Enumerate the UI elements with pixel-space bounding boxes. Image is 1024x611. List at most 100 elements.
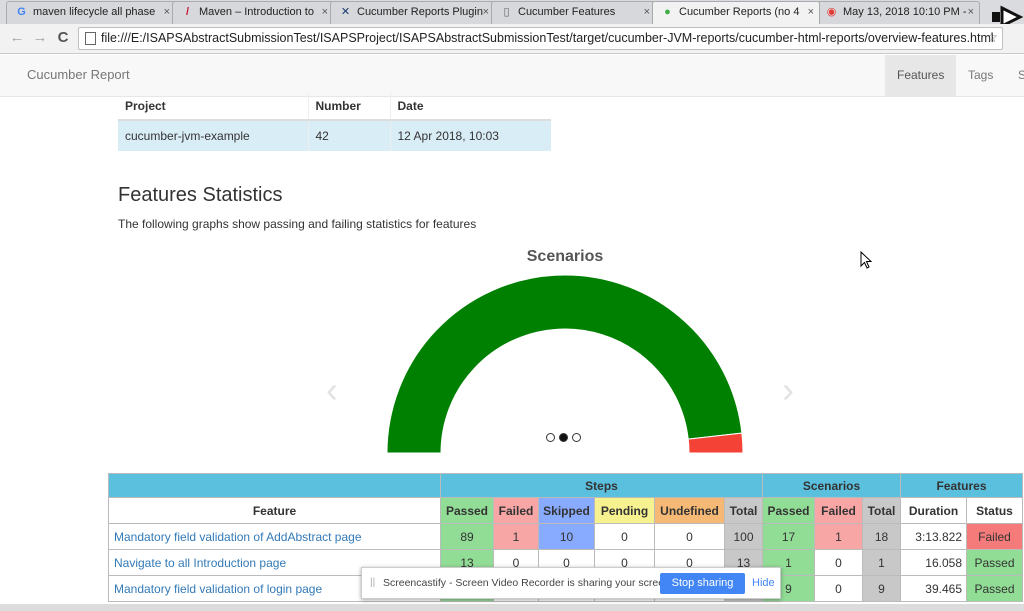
- build-date: 12 Apr 2018, 10:03: [389, 120, 551, 151]
- browser-tab-maven-introduction[interactable]: / Maven – Introduction to ×: [172, 1, 334, 24]
- reload-button[interactable]: C: [54, 29, 72, 47]
- tab-close-icon[interactable]: ×: [808, 2, 814, 23]
- maven-feather-icon: /: [185, 6, 190, 18]
- report-navbar: Cucumber Report Features Tags S: [0, 55, 1024, 97]
- taskbar-edge: [0, 604, 1024, 611]
- column-header-project: Project: [118, 92, 308, 121]
- scenarios-total-cell: 9: [862, 575, 901, 602]
- tab-close-icon[interactable]: ×: [644, 2, 650, 23]
- steps-undefined-cell: 0: [654, 523, 725, 550]
- section-description: The following graphs show passing and fa…: [118, 217, 477, 231]
- duration-cell: 16.058: [900, 549, 967, 576]
- forward-button[interactable]: →: [31, 29, 49, 47]
- column-header-steps-total[interactable]: Total: [724, 497, 763, 524]
- tab-title: maven lifecycle all phase: [33, 6, 156, 18]
- nav-link-steps[interactable]: S: [1006, 55, 1024, 96]
- carousel-dot-1[interactable]: [546, 433, 555, 442]
- group-header-steps: Steps: [440, 473, 763, 498]
- scenarios-passed-cell: 17: [762, 523, 815, 550]
- column-header-steps-passed[interactable]: Passed: [440, 497, 494, 524]
- page-title: Features Statistics: [118, 184, 283, 206]
- browser-tab-cucumber-reports-active[interactable]: ● Cucumber Reports (no 4 ×: [652, 1, 820, 24]
- duration-cell: 39.465: [900, 575, 967, 602]
- gauge-slice-passed[interactable]: [386, 274, 743, 454]
- column-header-feature[interactable]: Feature: [108, 497, 441, 524]
- video-record-icon: ◉: [826, 6, 837, 18]
- tab-title: Cucumber Reports Plugin: [357, 6, 483, 18]
- status-badge: Failed: [966, 523, 1023, 550]
- duration-cell: 3:13.822: [900, 523, 967, 550]
- column-header-number: Number: [307, 92, 390, 121]
- hide-button[interactable]: Hide: [752, 568, 775, 599]
- column-header-scenarios-failed[interactable]: Failed: [814, 497, 863, 524]
- table-row: Mandatory field validation of AddAbstrac…: [108, 523, 1023, 550]
- stop-sharing-button[interactable]: Stop sharing: [660, 573, 745, 594]
- column-header-steps-pending[interactable]: Pending: [594, 497, 655, 524]
- chat-bubble-icon: ●: [664, 6, 671, 18]
- build-number: 42: [307, 120, 390, 151]
- google-icon: G: [17, 6, 26, 18]
- column-header-steps-undefined[interactable]: Undefined: [654, 497, 725, 524]
- column-header-scenarios-total[interactable]: Total: [862, 497, 901, 524]
- column-header-scenarios-passed[interactable]: Passed: [762, 497, 815, 524]
- tab-close-icon[interactable]: ×: [164, 2, 170, 23]
- steps-skipped-cell: 10: [538, 523, 595, 550]
- browser-tab-cucumber-features[interactable]: ▯ Cucumber Features ×: [491, 1, 656, 24]
- drag-handle-icon[interactable]: ||: [370, 577, 375, 588]
- screen-sharing-notification: || Screencastify - Screen Video Recorder…: [361, 567, 781, 599]
- tab-title: Maven – Introduction to: [199, 6, 314, 18]
- address-bar[interactable]: file:///E:/ISAPSAbstractSubmissionTest/I…: [78, 27, 1003, 50]
- browser-tab-maven-lifecycle[interactable]: G maven lifecycle all phase ×: [6, 1, 176, 24]
- scenarios-total-cell: 18: [862, 523, 901, 550]
- jenkins-x-icon: ✕: [340, 6, 351, 18]
- steps-total-cell: 100: [724, 523, 763, 550]
- sharing-message: Screencastify - Screen Video Recorder is…: [383, 577, 673, 589]
- carousel-next-icon[interactable]: ›: [782, 372, 794, 408]
- scenarios-failed-cell: 0: [814, 575, 863, 602]
- group-header-scenarios: Scenarios: [762, 473, 901, 498]
- group-header-features: Features: [900, 473, 1023, 498]
- steps-passed-cell: 89: [440, 523, 494, 550]
- steps-failed-cell: 1: [493, 523, 539, 550]
- carousel-prev-icon[interactable]: ‹: [326, 372, 338, 408]
- carousel-indicators: [546, 432, 582, 444]
- status-badge: Passed: [966, 575, 1023, 602]
- feature-link[interactable]: Mandatory field validation of AddAbstrac…: [108, 523, 441, 550]
- scenarios-failed-cell: 1: [814, 523, 863, 550]
- status-badge: Passed: [966, 549, 1023, 576]
- tab-close-icon[interactable]: ×: [483, 2, 489, 23]
- chart-title: Scenarios: [526, 248, 604, 265]
- scenarios-failed-cell: 0: [814, 549, 863, 576]
- carousel-dot-2[interactable]: [559, 433, 568, 442]
- tab-title: May 13, 2018 10:10 PM -: [843, 6, 967, 18]
- navbar-brand[interactable]: Cucumber Report: [27, 55, 130, 95]
- tab-close-icon[interactable]: ×: [322, 2, 328, 23]
- nav-link-tags[interactable]: Tags: [956, 55, 1005, 96]
- tab-close-icon[interactable]: ×: [968, 2, 974, 23]
- tab-title: Cucumber Features: [518, 6, 616, 18]
- steps-pending-cell: 0: [594, 523, 655, 550]
- document-icon: ▯: [503, 6, 510, 18]
- column-header-duration[interactable]: Duration: [900, 497, 967, 524]
- column-header-steps-skipped[interactable]: Skipped: [538, 497, 595, 524]
- address-bar-row: ← → C file:///E:/ISAPSAbstractSubmission…: [0, 24, 1024, 54]
- tab-strip: G maven lifecycle all phase × / Maven – …: [0, 0, 1024, 29]
- back-button[interactable]: ←: [8, 29, 26, 47]
- column-header-status[interactable]: Status: [966, 497, 1023, 524]
- browser-tab-cucumber-reports-plugin[interactable]: ✕ Cucumber Reports Plugin ×: [330, 1, 495, 24]
- tab-title: Cucumber Reports (no 4: [679, 6, 800, 18]
- nav-link-features[interactable]: Features: [885, 55, 957, 96]
- group-header-blank: [108, 473, 441, 498]
- column-header-steps-failed[interactable]: Failed: [493, 497, 539, 524]
- project-info-table: Project Number Date cucumber-jvm-example…: [118, 92, 551, 151]
- carousel-dot-3[interactable]: [572, 433, 581, 442]
- scenarios-total-cell: 1: [862, 549, 901, 576]
- browser-tab-recording[interactable]: ◉ May 13, 2018 10:10 PM - ×: [816, 1, 980, 24]
- mouse-cursor-icon: [860, 251, 872, 269]
- column-header-date: Date: [389, 92, 551, 121]
- table-row: cucumber-jvm-example 42 12 Apr 2018, 10:…: [118, 120, 551, 151]
- project-name: cucumber-jvm-example: [118, 120, 308, 151]
- bookmark-star-icon[interactable]: ☆: [985, 29, 998, 46]
- file-icon: [85, 32, 96, 45]
- url-text[interactable]: file:///E:/ISAPSAbstractSubmissionTest/I…: [101, 28, 994, 49]
